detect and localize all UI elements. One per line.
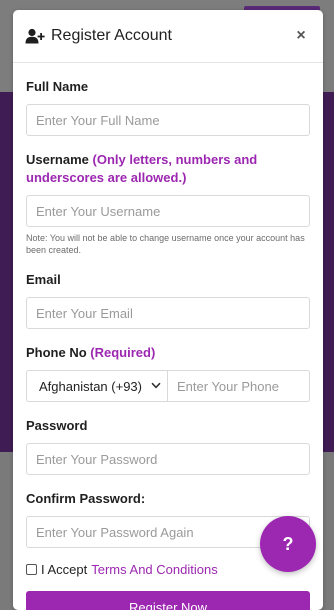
close-button[interactable]: × [291,27,311,45]
full-name-input[interactable] [26,104,310,136]
question-icon: ? [282,533,294,554]
confirm-password-label: Confirm Password: [26,491,146,506]
phone-input[interactable] [168,370,310,402]
modal-title: Register Account [51,27,172,44]
full-name-label: Full Name [26,79,89,94]
help-button[interactable]: ? [260,516,316,572]
phone-label: Phone No (Required) [26,345,156,360]
user-plus-icon [25,27,45,45]
country-code-value: Afghanistan (+93) [39,378,142,394]
email-label: Email [26,272,61,287]
chevron-down-icon [151,381,161,392]
username-input[interactable] [26,195,310,227]
username-hint: Note: You will not be able to change use… [26,233,305,255]
username-label: Username (Only letters, numbers and unde… [26,152,258,185]
phone-required-note: (Required) [90,345,156,360]
country-code-select[interactable]: Afghanistan (+93) [26,370,168,402]
register-button[interactable]: Register Now [26,591,310,610]
terms-link[interactable]: Terms And Conditions [91,562,217,577]
terms-row: I Accept Terms And Conditions [26,562,310,577]
terms-prefix: I Accept [41,562,88,577]
password-input[interactable] [26,443,310,475]
terms-checkbox[interactable] [26,564,37,575]
password-label: Password [26,418,88,433]
modal-header: Register Account × [13,10,323,63]
phone-row: Afghanistan (+93) [26,370,310,402]
email-input[interactable] [26,297,310,329]
